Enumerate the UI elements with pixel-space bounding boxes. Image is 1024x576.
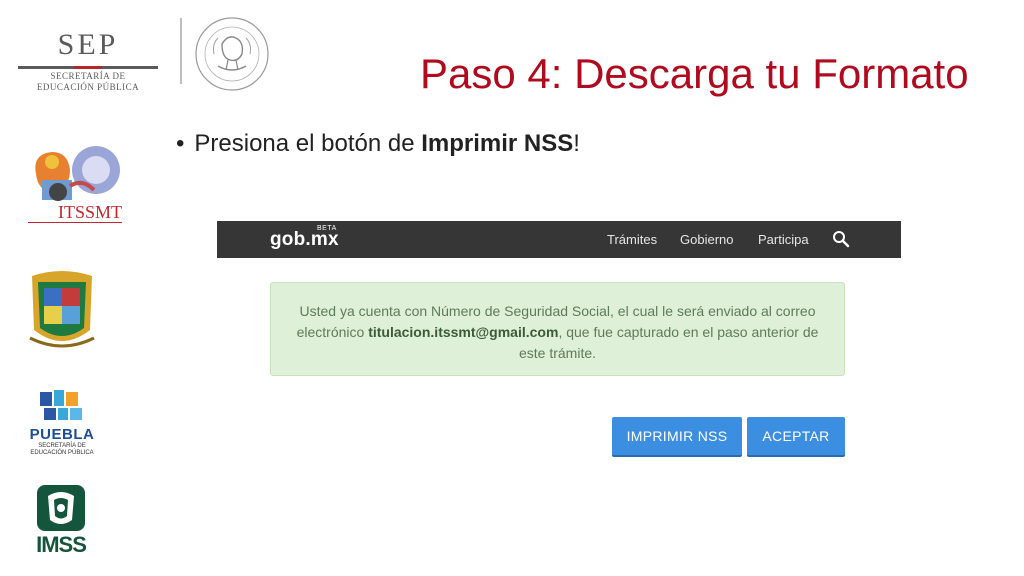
search-icon[interactable] (832, 230, 850, 248)
instruction-prefix: Presiona el botón de (194, 130, 422, 157)
gobmx-navbar: gob.mx BETA Trámites Gobierno Participa (217, 221, 901, 258)
puebla-sep-logo: PUEBLA SECRETARÍA DE EDUCACIÓN PÚBLICA (22, 390, 102, 458)
gobmx-beta-label: BETA (317, 225, 337, 232)
puebla-coat-of-arms-icon (29, 271, 95, 348)
page-title: Paso 4: Descarga tu Formato (420, 50, 969, 97)
alert-email: titulacion.itssmt@gmail.com (368, 324, 559, 340)
header-divider (180, 18, 182, 84)
sep-logo-line1: SECRETARÍA DE (50, 71, 126, 81)
puebla-logo-line1: SECRETARÍA DE (38, 443, 86, 449)
nav-item-tramites[interactable]: Trámites (607, 232, 657, 247)
itssmt-logo-underline (28, 222, 122, 223)
itssmt-logo-emblem-icon (35, 146, 120, 201)
alert-text-after: , que fue capturado en el paso anterior … (518, 324, 819, 361)
imss-logo: IMSS (32, 484, 90, 560)
sep-logo-rule-accent (74, 66, 102, 69)
sep-logo-line2: EDUCACIÓN PÚBLICA (36, 82, 140, 92)
national-seal-icon (195, 17, 269, 91)
gobmx-logo[interactable]: gob.mx (270, 229, 339, 251)
sep-logo: SEP SECRETARÍA DE EDUCACIÓN PÚBLICA (18, 28, 158, 98)
puebla-logo-line2: EDUCACIÓN PÚBLICA (30, 450, 94, 456)
puebla-sep-blocks-icon (40, 390, 82, 420)
sep-logo-word: SEP (57, 28, 119, 61)
itssmt-logo-text: ITSSMT (58, 202, 123, 222)
nss-success-alert: Usted ya cuenta con Número de Seguridad … (270, 282, 845, 376)
bullet-dot-icon: • (176, 130, 185, 157)
imss-eagle-icon (37, 485, 85, 531)
nav-item-participa[interactable]: Participa (758, 232, 809, 247)
alert-message: Usted ya cuenta con Número de Seguridad … (283, 301, 832, 364)
nav-item-gobierno[interactable]: Gobierno (680, 232, 733, 247)
print-nss-button[interactable]: IMPRIMIR NSS (612, 417, 742, 455)
itssmt-logo: ITSSMT (22, 140, 126, 224)
imss-logo-text: IMSS (36, 532, 87, 557)
puebla-logo-word: PUEBLA (29, 426, 95, 443)
instruction-bullet: • Presiona el botón de Imprimir NSS! (176, 130, 580, 158)
instruction-bold: Imprimir NSS (421, 130, 574, 157)
instruction-suffix: ! (573, 130, 580, 157)
accept-button[interactable]: ACEPTAR (747, 417, 845, 455)
